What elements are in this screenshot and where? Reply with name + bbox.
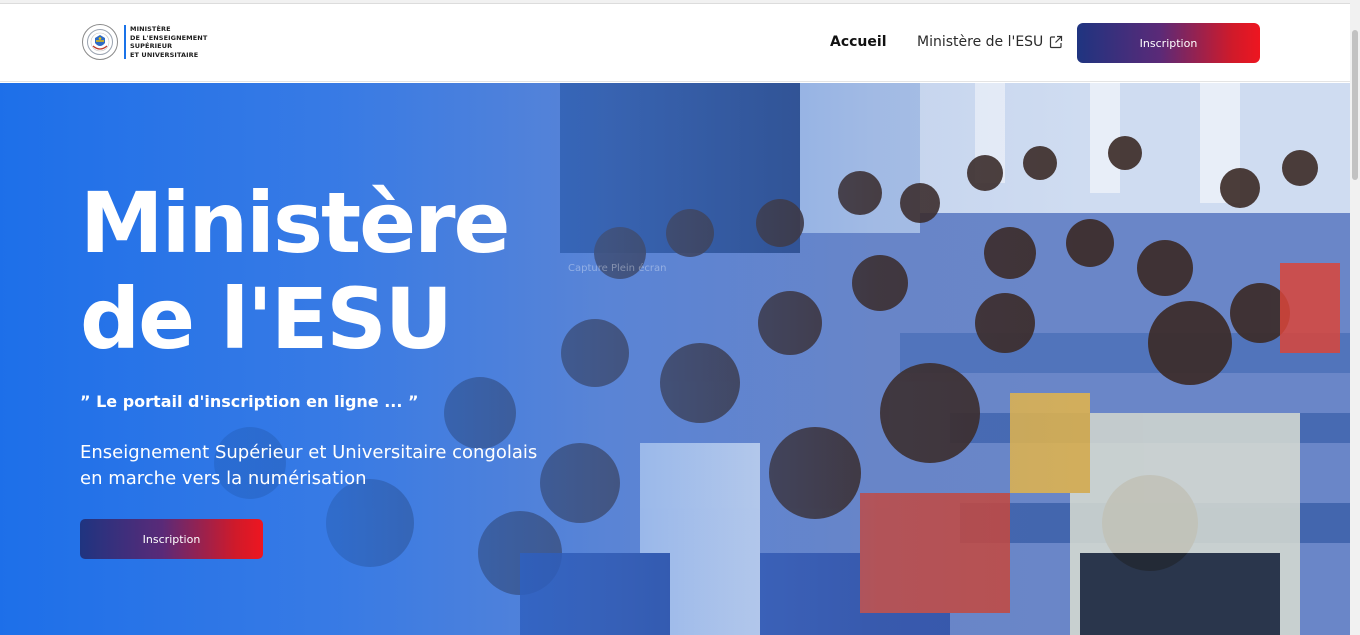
logo-line: ET UNIVERSITAIRE <box>130 50 199 59</box>
scrollbar-track[interactable] <box>1350 0 1360 635</box>
hero-section: Capture Plein écran Ministère de l'ESU ”… <box>0 83 1350 635</box>
external-link-icon <box>1049 35 1063 49</box>
page: ✕ MINISTÈRE DE L'ENSEIGNEMENT SUPÉRIEUR … <box>0 0 1360 635</box>
nav-link-ministere-label: Ministère de l'ESU <box>917 34 1044 50</box>
logo-line: DE L'ENSEIGNEMENT <box>130 33 208 42</box>
ministry-logo[interactable]: MINISTÈRE DE L'ENSEIGNEMENT SUPÉRIEUR ET… <box>82 24 207 60</box>
logo-line: SUPÉRIEUR <box>130 42 173 50</box>
scrollbar-thumb[interactable] <box>1352 30 1358 180</box>
site-header: MINISTÈRE DE L'ENSEIGNEMENT SUPÉRIEUR ET… <box>0 4 1350 82</box>
hero-description-line: Enseignement Supérieur et Universitaire … <box>80 442 538 463</box>
header-inscription-button[interactable]: Inscription <box>1077 23 1260 63</box>
hero-tagline: ” Le portail d'inscription en ligne ... … <box>80 392 419 411</box>
capture-hint: Capture Plein écran <box>568 263 667 274</box>
hero-description-line: en marche vers la numérisation <box>80 468 367 489</box>
hero-description: Enseignement Supérieur et Universitaire … <box>80 440 580 492</box>
ministry-logo-text: MINISTÈRE DE L'ENSEIGNEMENT SUPÉRIEUR ET… <box>124 25 207 59</box>
logo-line: MINISTÈRE <box>130 25 171 33</box>
coat-of-arms-seal-icon <box>82 24 118 60</box>
hero-title-line: Ministère <box>80 174 510 272</box>
nav-link-accueil[interactable]: Accueil <box>830 34 887 50</box>
hero-title-line: de l'ESU <box>80 270 453 368</box>
hero-inscription-button[interactable]: Inscription <box>80 519 263 559</box>
hero-title: Ministère de l'ESU <box>80 174 510 368</box>
nav-link-ministere[interactable]: Ministère de l'ESU <box>917 34 1063 50</box>
